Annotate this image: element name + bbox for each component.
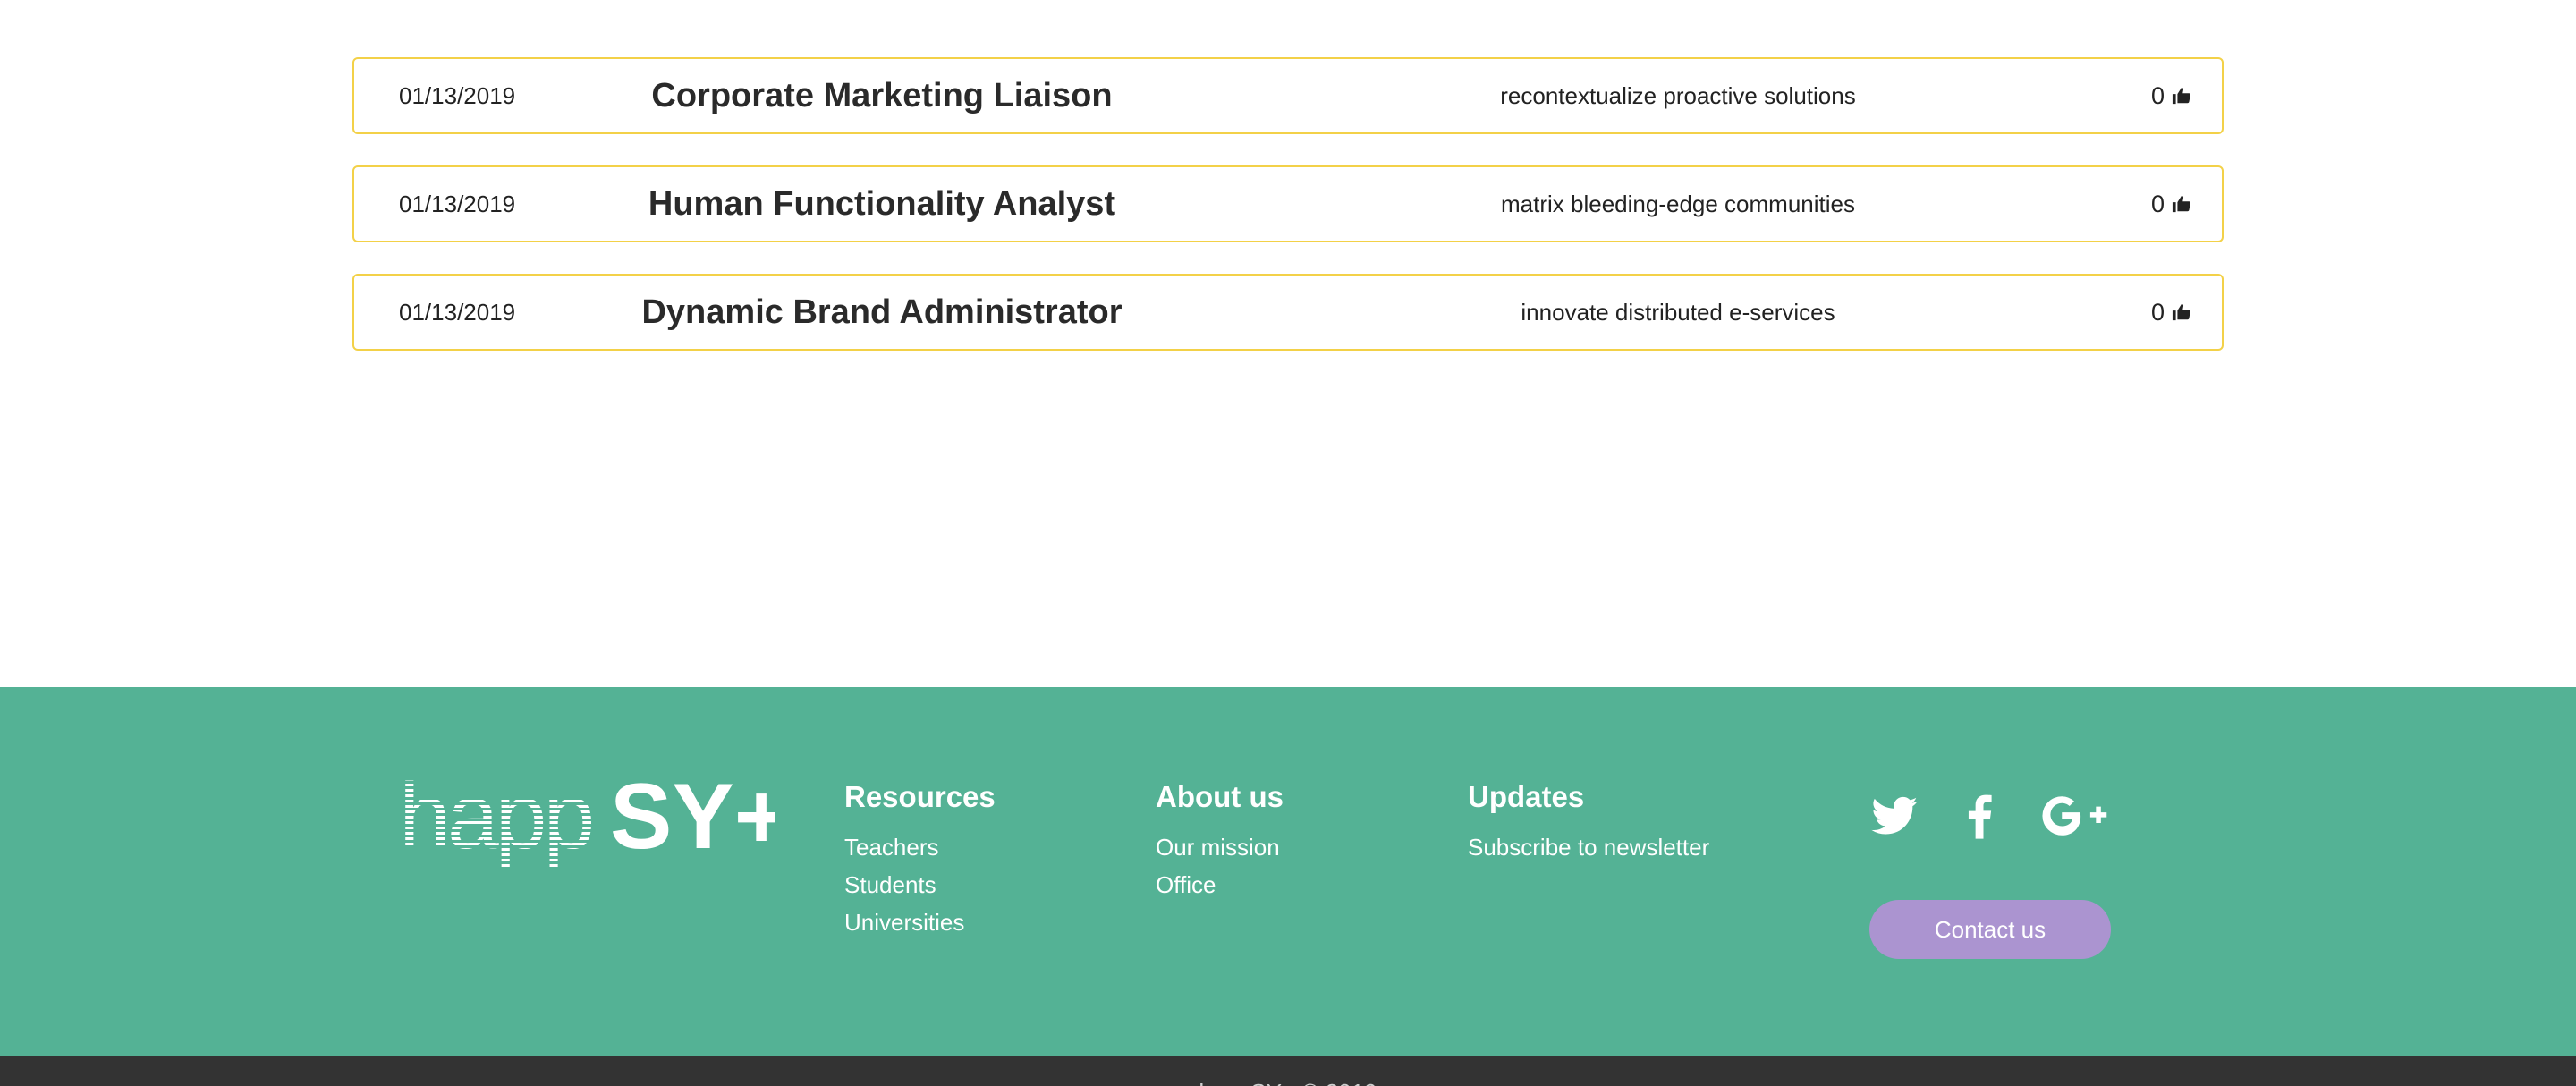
happsy-logo: happ SY+ (399, 773, 775, 869)
like-count: 0 (2150, 298, 2165, 326)
item-title: Corporate Marketing Liaison (651, 76, 1113, 115)
resources-column: Resources Teachers Students Universities (844, 780, 996, 941)
about-title: About us (1156, 780, 1284, 813)
link-our-mission[interactable]: Our mission (1156, 828, 1284, 866)
about-column: About us Our mission Office (1156, 780, 1284, 904)
like-button[interactable]: 0 (2151, 276, 2191, 349)
copyright-bar: happSY+ © 2019 (0, 1056, 2576, 1086)
facebook-icon[interactable] (1955, 791, 2005, 841)
thumbs-up-icon (2172, 87, 2190, 105)
item-description: matrix bleeding-edge communities (1501, 190, 1855, 217)
thumbs-up-icon (2172, 303, 2190, 321)
copyright-text: happSY+ © 2019 (0, 1079, 2576, 1086)
item-date: 01/13/2019 (399, 81, 516, 109)
list-item[interactable]: 01/13/2019 Dynamic Brand Administrator i… (352, 274, 2224, 351)
resources-title: Resources (844, 780, 996, 813)
like-button[interactable]: 0 (2151, 59, 2191, 132)
google-plus-icon[interactable] (2039, 791, 2109, 841)
item-list: 01/13/2019 Corporate Marketing Liaison r… (352, 57, 2224, 382)
item-date: 01/13/2019 (399, 190, 516, 217)
list-item[interactable]: 01/13/2019 Corporate Marketing Liaison r… (352, 57, 2224, 134)
contact-us-button[interactable]: Contact us (1869, 900, 2111, 959)
item-description: innovate distributed e-services (1521, 298, 1835, 326)
twitter-icon[interactable] (1869, 791, 1919, 841)
link-students[interactable]: Students (844, 866, 996, 904)
like-button[interactable]: 0 (2151, 167, 2191, 241)
item-description: recontextualize proactive solutions (1500, 81, 1856, 109)
item-date: 01/13/2019 (399, 298, 516, 326)
like-count: 0 (2150, 81, 2165, 109)
link-office[interactable]: Office (1156, 866, 1284, 904)
logo-bold-text: SY+ (610, 773, 775, 869)
updates-title: Updates (1468, 780, 1585, 813)
thumbs-up-icon (2172, 195, 2190, 213)
like-count: 0 (2150, 190, 2165, 217)
updates-column: Updates Subscribe to newsletter (1468, 780, 1709, 866)
link-subscribe-newsletter[interactable]: Subscribe to newsletter (1468, 828, 1709, 866)
site-footer: happ SY+ Resources Teachers Students Uni… (0, 687, 2576, 1056)
logo-light-text: happ (399, 773, 592, 869)
link-universities[interactable]: Universities (844, 904, 996, 941)
list-item[interactable]: 01/13/2019 Human Functionality Analyst m… (352, 165, 2224, 242)
item-title: Human Functionality Analyst (648, 184, 1116, 223)
link-teachers[interactable]: Teachers (844, 828, 996, 866)
item-title: Dynamic Brand Administrator (641, 293, 1123, 331)
